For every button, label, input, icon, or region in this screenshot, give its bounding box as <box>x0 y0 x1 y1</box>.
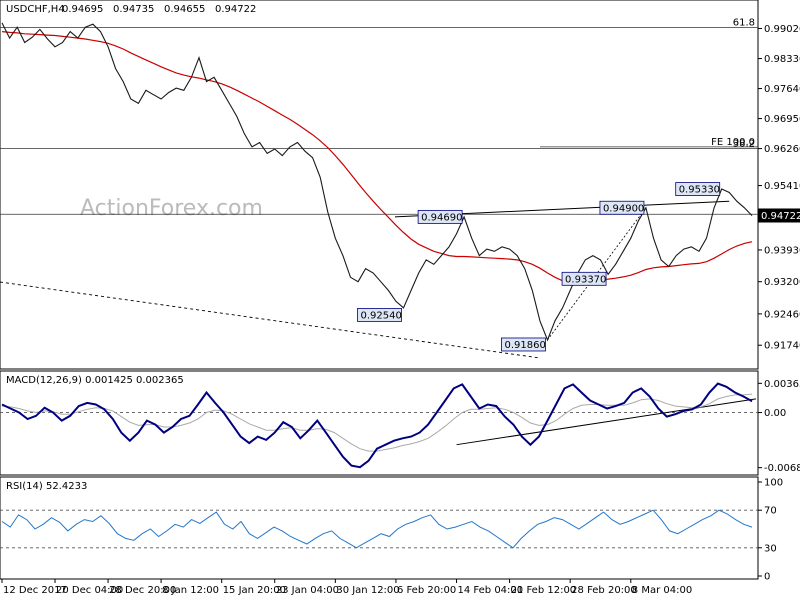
price-y-tick-label-5: 0.95410 <box>764 181 800 192</box>
price-y-tick-label-2: 0.97640 <box>764 84 800 95</box>
macd-y-axis: 0.003638 0.00 -0.006858 <box>758 379 800 474</box>
time-x-axis: 12 Dec 201720 Dec 04:0028 Dec 20:008 Jan… <box>1 579 692 596</box>
x-tick-label-10: 28 Feb 20:00 <box>571 585 637 596</box>
rsi-y-tick-label-0: 100 <box>764 478 783 489</box>
rsi-y-tick-label-2: 30 <box>764 543 777 554</box>
price-y-tick-label-0: 0.99020 <box>764 24 800 35</box>
macd-panel: MACD(12,26,9) 0.001425 0.002365 0.003638… <box>0 370 800 476</box>
price-panel-header: USDCHF,H4 <box>6 4 65 15</box>
rsi-panel: RSI(14) 52.4233 100 70 30 0 <box>0 476 783 583</box>
rsi-y-tick-label-1: 70 <box>764 506 777 517</box>
annotation-label-1: 0.94900 <box>603 203 644 214</box>
macd-panel-frame <box>0 370 759 476</box>
price-panel: USDCHF,H4 0.94695 0.94735 0.94655 0.9472… <box>0 0 800 370</box>
x-tick-label-5: 23 Jan 04:00 <box>276 585 339 596</box>
price-y-tick-label-7: 0.93930 <box>764 245 800 256</box>
ohlc-high: 0.94735 <box>113 4 154 15</box>
price-y-tick-label-8: 0.93200 <box>764 277 800 288</box>
ohlc-low: 0.94655 <box>164 4 205 15</box>
rsi-panel-header: RSI(14) 52.4233 <box>6 481 87 492</box>
annotation-label-5: 0.91860 <box>504 340 545 351</box>
price-level-label-0: 61.8 <box>733 18 755 29</box>
macd-y-tick-label-0: 0.003638 <box>764 379 800 390</box>
price-y-axis: 0.99020 0.98330 0.97640 0.96950 0.96260 0.954… <box>758 24 800 352</box>
x-tick-label-7: 6 Feb 20:00 <box>397 585 456 596</box>
rsi-y-axis: 100 70 30 0 <box>758 478 783 583</box>
current-price-label: 0.94722 <box>761 211 800 222</box>
macd-y-tick-label-2: -0.006858 <box>764 463 800 474</box>
macd-panel-header: MACD(12,26,9) 0.001425 0.002365 <box>6 375 184 386</box>
ohlc-open: 0.94695 <box>62 4 103 15</box>
price-y-tick-label-1: 0.98330 <box>764 54 800 65</box>
ohlc-close: 0.94722 <box>215 4 256 15</box>
x-tick-label-3: 8 Jan 12:00 <box>162 585 219 596</box>
price-y-tick-label-3: 0.96950 <box>764 114 800 125</box>
rsi-y-tick-label-3: 0 <box>764 572 770 583</box>
annotation-label-3: 0.93370 <box>565 274 606 285</box>
x-tick-label-11: 8 Mar 04:00 <box>632 585 692 596</box>
x-tick-label-6: 30 Jan 12:00 <box>336 585 399 596</box>
price-y-tick-label-4: 0.96260 <box>764 144 800 155</box>
price-y-tick-label-9: 0.92460 <box>764 309 800 320</box>
annotation-label-0: 0.95330 <box>679 185 720 196</box>
watermark: ActionForex.com <box>80 196 263 221</box>
macd-y-tick-label-1: 0.00 <box>764 408 786 419</box>
price-y-tick-label-10: 0.91740 <box>764 341 800 352</box>
annotation-label-2: 0.94690 <box>421 212 462 223</box>
price-level-label-2: 38.2 <box>733 139 755 150</box>
usdchf-h4-chart: USDCHF,H4 0.94695 0.94735 0.94655 0.9472… <box>0 0 800 596</box>
annotation-label-4: 0.92540 <box>361 310 402 321</box>
x-tick-label-9: 21 Feb 12:00 <box>511 585 577 596</box>
rsi-panel-frame <box>0 476 759 580</box>
